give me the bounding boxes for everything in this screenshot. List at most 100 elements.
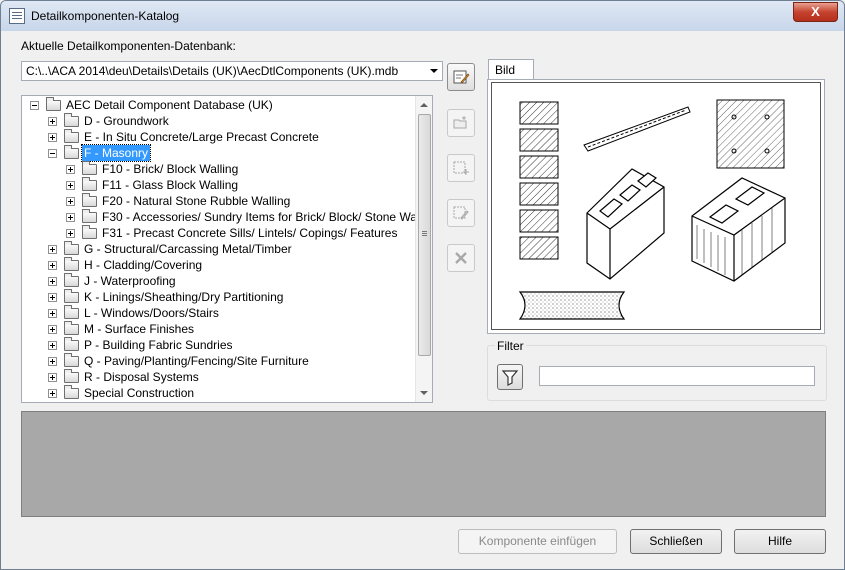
expand-icon[interactable] bbox=[66, 165, 75, 174]
tree-item-label: P - Building Fabric Sundries bbox=[84, 338, 233, 352]
tree-item-label: G - Structural/Carcassing Metal/Timber bbox=[84, 242, 292, 256]
catalog-icon bbox=[9, 8, 25, 24]
folder-icon bbox=[82, 193, 97, 207]
folder-icon bbox=[82, 161, 97, 175]
tree-item-label: Special Construction bbox=[84, 386, 195, 400]
delete-icon bbox=[455, 252, 467, 264]
expand-icon[interactable] bbox=[48, 357, 57, 366]
tree-item[interactable]: K - Linings/Sheathing/Dry Partitioning bbox=[22, 289, 417, 305]
scroll-thumb[interactable] bbox=[418, 114, 431, 356]
tree-item[interactable]: G - Structural/Carcassing Metal/Timber bbox=[22, 241, 417, 257]
folder-icon bbox=[64, 337, 79, 351]
filter-button[interactable] bbox=[497, 364, 523, 390]
folder-icon bbox=[64, 385, 79, 399]
tree-scrollbar[interactable] bbox=[415, 96, 432, 402]
insert-component-button[interactable]: Komponente einfügen bbox=[458, 529, 617, 554]
expand-icon[interactable] bbox=[48, 309, 57, 318]
expand-icon[interactable] bbox=[48, 117, 57, 126]
dialog-window: Detailkomponenten-Katalog X Aktuelle Det… bbox=[0, 0, 845, 570]
database-select[interactable]: C:\..\ACA 2014\deu\Details\Details (UK)\… bbox=[21, 61, 443, 81]
dialog-body: Aktuelle Detailkomponenten-Datenbank: C:… bbox=[9, 31, 836, 563]
tree-item-label: Q - Paving/Planting/Fencing/Site Furnitu… bbox=[84, 354, 309, 368]
tree-subitem[interactable]: F10 - Brick/ Block Walling bbox=[22, 161, 417, 177]
title-bar[interactable]: Detailkomponenten-Katalog X bbox=[1, 1, 844, 31]
tab-image[interactable]: Bild bbox=[488, 59, 534, 80]
expand-icon[interactable] bbox=[48, 293, 57, 302]
expand-icon[interactable] bbox=[48, 341, 57, 350]
tree-root[interactable]: AEC Detail Component Database (UK) bbox=[22, 97, 417, 113]
folder-icon bbox=[82, 209, 97, 223]
tree-item-label: D - Groundwork bbox=[84, 114, 169, 128]
window-title: Detailkomponenten-Katalog bbox=[31, 9, 180, 23]
expand-icon[interactable] bbox=[48, 133, 57, 142]
folder-icon bbox=[82, 177, 97, 191]
preview-image bbox=[491, 82, 821, 330]
help-button[interactable]: Hilfe bbox=[734, 529, 826, 554]
close-button[interactable]: Schließen bbox=[630, 529, 722, 554]
component-tree[interactable]: AEC Detail Component Database (UK) D - G… bbox=[21, 95, 433, 403]
tree-subitem[interactable]: F30 - Accessories/ Sundry Items for Bric… bbox=[22, 209, 432, 225]
delete-button[interactable] bbox=[447, 244, 475, 272]
add-folder-button[interactable] bbox=[447, 109, 475, 137]
scroll-down-icon[interactable] bbox=[420, 391, 428, 395]
tree-item[interactable]: L - Windows/Doors/Stairs bbox=[22, 305, 417, 321]
expand-icon[interactable] bbox=[66, 213, 75, 222]
expand-icon[interactable] bbox=[48, 245, 57, 254]
folder-icon bbox=[64, 353, 79, 367]
scroll-up-icon[interactable] bbox=[420, 103, 428, 107]
collapse-icon[interactable] bbox=[30, 101, 39, 110]
filter-label: Filter bbox=[495, 339, 526, 353]
tree-item[interactable]: E - In Situ Concrete/Large Precast Concr… bbox=[22, 129, 417, 145]
edit-database-button[interactable] bbox=[447, 63, 475, 91]
close-window-button[interactable]: X bbox=[793, 2, 838, 22]
tree-item-label: J - Waterproofing bbox=[84, 274, 176, 288]
folder-icon bbox=[64, 321, 79, 335]
tree-item-label: E - In Situ Concrete/Large Precast Concr… bbox=[84, 130, 319, 144]
preview-panel bbox=[487, 79, 825, 334]
folder-open-icon bbox=[46, 97, 61, 111]
expand-icon[interactable] bbox=[48, 389, 57, 398]
tree-item[interactable]: R - Disposal Systems bbox=[22, 369, 417, 385]
description-area bbox=[21, 411, 826, 517]
expand-icon[interactable] bbox=[66, 181, 75, 190]
edit-component-icon bbox=[453, 206, 469, 220]
tree-item[interactable]: Special Construction bbox=[22, 385, 417, 401]
expand-icon[interactable] bbox=[66, 197, 75, 206]
tree-subitem[interactable]: F31 - Precast Concrete Sills/ Lintels/ C… bbox=[22, 225, 417, 241]
expand-icon[interactable] bbox=[48, 261, 57, 270]
folder-icon bbox=[64, 289, 79, 303]
edit-database-icon bbox=[453, 70, 470, 84]
tree-item-label: M - Surface Finishes bbox=[84, 322, 195, 336]
folder-icon bbox=[64, 113, 79, 127]
expand-icon[interactable] bbox=[48, 373, 57, 382]
tree-item-label: K - Linings/Sheathing/Dry Partitioning bbox=[84, 290, 284, 304]
new-component-button[interactable] bbox=[447, 154, 475, 182]
tree-item-label: L - Windows/Doors/Stairs bbox=[84, 306, 219, 320]
collapse-icon[interactable] bbox=[48, 149, 57, 158]
folder-open-icon bbox=[64, 145, 79, 159]
tree-item-selected[interactable]: F - Masonry bbox=[22, 144, 417, 162]
tree-item[interactable]: D - Groundwork bbox=[22, 113, 417, 129]
edit-component-button[interactable] bbox=[447, 199, 475, 227]
folder-icon bbox=[64, 129, 79, 143]
tree-item-label: F11 - Glass Block Walling bbox=[102, 178, 239, 192]
tree-subitem[interactable]: F20 - Natural Stone Rubble Walling bbox=[22, 193, 417, 209]
tree-item[interactable]: M - Surface Finishes bbox=[22, 321, 417, 337]
expand-icon[interactable] bbox=[66, 229, 75, 238]
tree-item[interactable]: H - Cladding/Covering bbox=[22, 257, 417, 273]
expand-icon[interactable] bbox=[48, 325, 57, 334]
tree-item-label: H - Cladding/Covering bbox=[84, 258, 203, 272]
expand-icon[interactable] bbox=[48, 277, 57, 286]
tree-subitem[interactable]: F11 - Glass Block Walling bbox=[22, 177, 417, 193]
new-component-icon bbox=[453, 161, 469, 175]
masonry-preview-graphic bbox=[518, 99, 786, 320]
tree-item[interactable]: J - Waterproofing bbox=[22, 273, 417, 289]
filter-input[interactable] bbox=[539, 366, 815, 386]
tree-root-label: AEC Detail Component Database (UK) bbox=[66, 98, 273, 112]
funnel-icon bbox=[501, 370, 519, 386]
tree-item[interactable]: Q - Paving/Planting/Fencing/Site Furnitu… bbox=[22, 353, 417, 369]
database-label: Aktuelle Detailkomponenten-Datenbank: bbox=[21, 39, 236, 53]
tree-item[interactable]: P - Building Fabric Sundries bbox=[22, 337, 417, 353]
new-folder-icon bbox=[453, 116, 467, 129]
chevron-down-icon[interactable] bbox=[430, 69, 438, 73]
